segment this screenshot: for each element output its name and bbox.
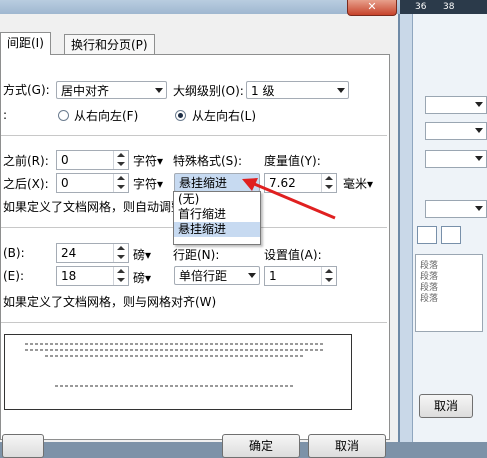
chevron-down-icon	[155, 88, 163, 93]
indent-after-input[interactable]: 0	[56, 173, 129, 193]
ltr-label: 从左向右(L)	[192, 109, 257, 123]
spin-up-icon[interactable]	[117, 246, 125, 250]
indent-before-unit[interactable]: 字符▾	[133, 152, 163, 169]
chevron-down-icon	[475, 206, 483, 211]
close-button[interactable]: ✕	[347, 0, 397, 16]
dialog-titlebar	[0, 0, 400, 14]
measure-unit[interactable]: 毫米▾	[343, 175, 373, 192]
tab-indent-spacing[interactable]: 间距(I)	[0, 32, 51, 55]
line-spacing-select[interactable]: 单倍行距	[174, 266, 260, 285]
tabs-button[interactable]	[2, 434, 44, 458]
ltr-radio[interactable]	[175, 110, 186, 121]
spin-down-icon[interactable]	[325, 185, 333, 189]
spacing-before-input[interactable]: 24	[56, 243, 129, 263]
indent-before-input[interactable]: 0	[56, 150, 129, 170]
background-window: 36 38 段落 段落 段落 段落 取消	[400, 0, 487, 442]
line-spacing-label: 行距(N):	[173, 248, 220, 262]
indent-grid-text: 如果定义了文档网格，则自动调整	[3, 200, 184, 214]
outline-level-select[interactable]: 1 级	[246, 81, 349, 99]
special-format-dropdown: (无) 首行缩进 悬挂缩进	[173, 191, 261, 245]
option-hanging[interactable]: 悬挂缩进	[174, 222, 260, 237]
indent-icon[interactable]	[441, 226, 461, 244]
option-first-line[interactable]: 首行缩进	[174, 207, 260, 222]
measure-label: 度量值(Y):	[264, 154, 321, 168]
special-format-label: 特殊格式(S):	[173, 154, 243, 168]
indent-after-label: 之后(X):	[3, 177, 49, 191]
spacing-after-input[interactable]: 18	[56, 266, 129, 286]
chevron-down-icon	[248, 273, 256, 278]
background-preview: 段落 段落 段落 段落	[415, 254, 483, 332]
indent-after-unit[interactable]: 字符▾	[133, 175, 163, 192]
preview-line	[25, 349, 325, 351]
spin-down-icon[interactable]	[117, 185, 125, 189]
tab-line-page-breaks[interactable]: 换行和分页(P)	[64, 34, 155, 55]
spin-up-icon[interactable]	[325, 176, 333, 180]
spacing-before-label: (B):	[3, 246, 25, 260]
spin-down-icon[interactable]	[117, 162, 125, 166]
rtl-radio[interactable]	[58, 110, 69, 121]
spin-down-icon[interactable]	[117, 255, 125, 259]
spin-up-icon[interactable]	[117, 176, 125, 180]
chevron-down-icon	[475, 102, 483, 107]
spacing-grid-text: 如果定义了文档网格，则与网格对齐(W)	[3, 295, 217, 309]
direction-colon: :	[3, 108, 8, 122]
chevron-down-icon	[337, 88, 345, 93]
setting-value-label: 设置值(A):	[264, 248, 322, 262]
spin-up-icon[interactable]	[117, 153, 125, 157]
outline-level-label: 大纲级别(O):	[173, 84, 244, 98]
spacing-before-unit[interactable]: 磅▾	[133, 246, 151, 263]
indent-before-label: 之前(R):	[3, 154, 49, 168]
background-pane: 段落 段落 段落 段落 取消	[412, 14, 487, 442]
align-icon[interactable]	[417, 226, 437, 244]
chevron-down-icon	[475, 156, 483, 161]
section-divider	[1, 322, 387, 323]
cancel-button[interactable]: 取消	[308, 434, 386, 458]
section-divider	[1, 135, 387, 136]
special-format-select[interactable]: 悬挂缩进	[174, 173, 260, 192]
spin-down-icon[interactable]	[325, 278, 333, 282]
setting-value-input[interactable]: 1	[264, 266, 337, 286]
ok-button[interactable]: 确定	[222, 434, 300, 458]
rtl-label: 从右向左(F)	[74, 109, 139, 123]
preview-line	[25, 343, 325, 345]
background-select[interactable]	[425, 122, 487, 140]
spacing-after-label: (E):	[3, 269, 24, 283]
preview-line	[55, 385, 295, 387]
measure-input[interactable]: 7.62	[264, 173, 337, 193]
option-none[interactable]: (无)	[174, 192, 260, 207]
chevron-down-icon	[475, 128, 483, 133]
spin-down-icon[interactable]	[117, 278, 125, 282]
background-cancel-button[interactable]: 取消	[419, 394, 473, 418]
background-select[interactable]	[425, 150, 487, 168]
chevron-down-icon	[248, 180, 256, 185]
background-titlebar: 36 38	[400, 0, 487, 14]
close-icon: ✕	[367, 0, 377, 13]
alignment-label: 方式(G):	[3, 83, 50, 97]
spin-up-icon[interactable]	[117, 269, 125, 273]
preview-line	[45, 355, 305, 357]
background-select[interactable]	[425, 96, 487, 114]
paragraph-preview	[4, 334, 352, 410]
spacing-after-unit[interactable]: 磅▾	[133, 269, 151, 286]
background-select[interactable]	[425, 200, 487, 218]
spin-up-icon[interactable]	[325, 269, 333, 273]
alignment-select[interactable]: 居中对齐	[56, 81, 167, 99]
